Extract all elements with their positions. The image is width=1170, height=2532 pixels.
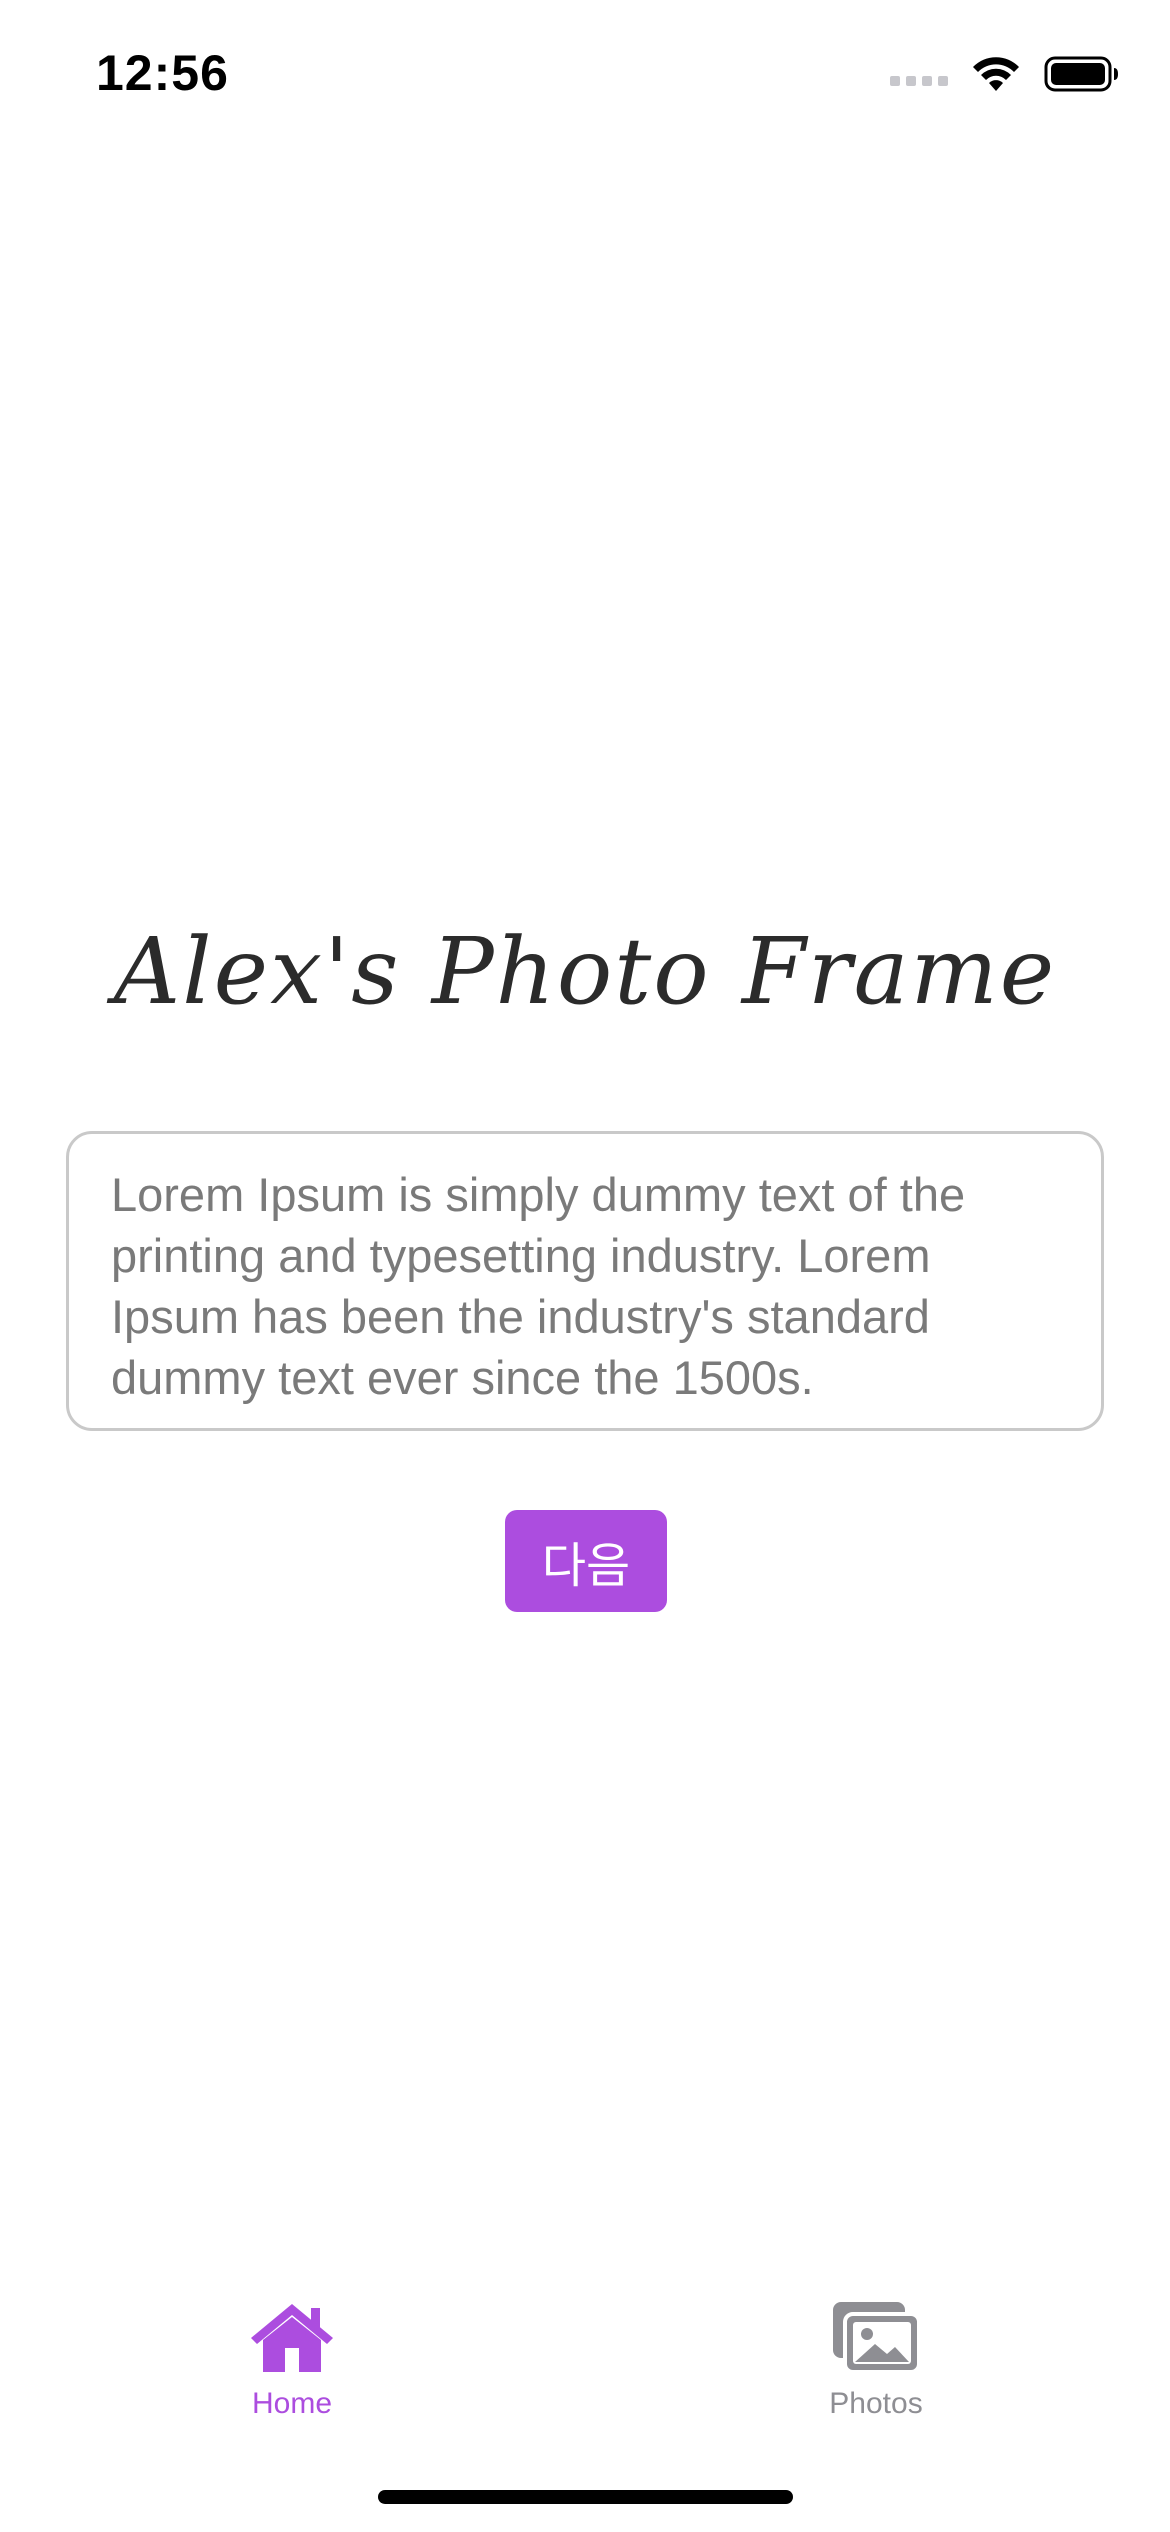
- tab-home-label: Home: [251, 2387, 333, 2420]
- battery-icon: [1044, 55, 1120, 93]
- photos-icon: [831, 2300, 921, 2379]
- tab-bar: Home Photos: [0, 2280, 1170, 2440]
- status-time: 12:56: [96, 45, 229, 101]
- text-box-content: Lorem Ipsum is simply dummy text of the …: [111, 1168, 966, 1404]
- tab-home[interactable]: Home: [162, 2300, 422, 2421]
- status-icons: [890, 55, 1120, 93]
- cellular-icon: [890, 62, 948, 86]
- tab-photos-label: Photos: [829, 2387, 923, 2420]
- status-bar: 12:56: [0, 0, 1170, 150]
- app-title: Alex's Photo Frame: [113, 918, 1057, 1025]
- text-box[interactable]: Lorem Ipsum is simply dummy text of the …: [66, 1131, 1104, 1431]
- next-button[interactable]: 다음: [505, 1510, 667, 1612]
- home-indicator: [378, 2490, 793, 2504]
- home-icon: [249, 2300, 335, 2379]
- wifi-icon: [970, 55, 1022, 93]
- tab-photos[interactable]: Photos: [746, 2300, 1006, 2421]
